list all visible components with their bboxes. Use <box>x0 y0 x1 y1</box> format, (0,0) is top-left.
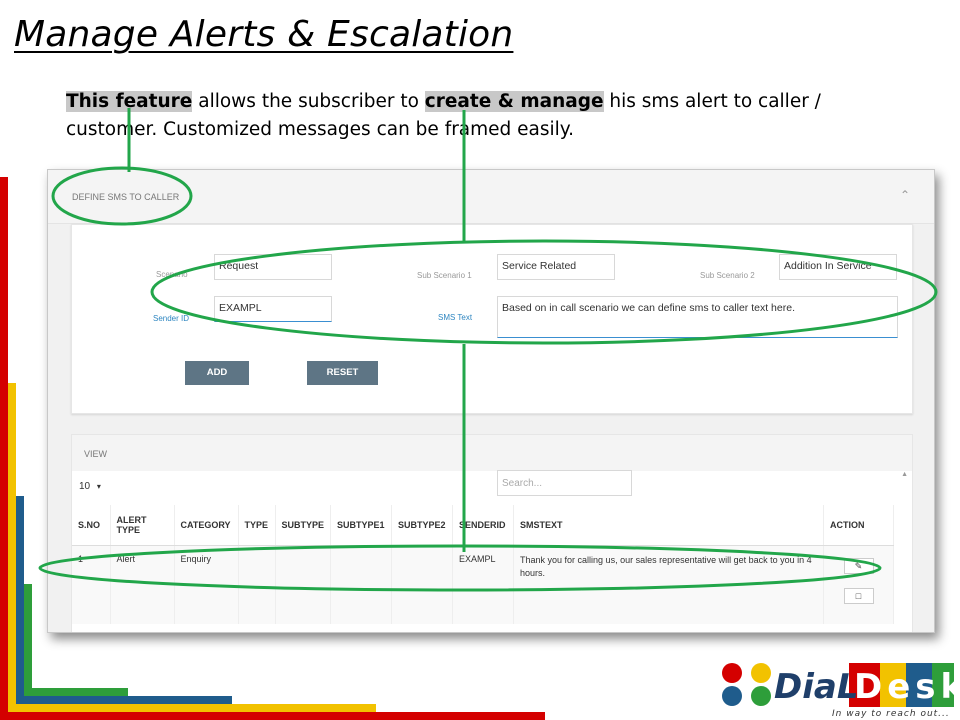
add-button[interactable]: ADD <box>185 361 249 385</box>
logo-dot-red <box>722 663 742 683</box>
col-subtype1[interactable]: SUBTYPE1 <box>330 505 393 546</box>
cell-subtype2 <box>391 545 454 624</box>
cell-sno: 1 <box>72 545 111 624</box>
slide-title: Manage Alerts & Escalation <box>14 14 514 55</box>
search-input[interactable]: Search... <box>497 470 632 496</box>
highlight-this-feature: This feature <box>66 91 193 112</box>
col-alert-type[interactable]: ALERT TYPE <box>110 505 175 546</box>
sender-id-label: Sender ID <box>153 314 190 323</box>
cell-subtype <box>275 545 332 624</box>
col-category[interactable]: CATEGORY <box>174 505 239 546</box>
reset-button[interactable]: RESET <box>307 361 378 385</box>
cell-alert-type: Alert <box>110 545 175 624</box>
logo-dot-yellow <box>751 663 771 683</box>
edit-button[interactable]: ✎ <box>843 557 874 574</box>
view-title: VIEW <box>84 449 108 459</box>
table-header-row: S.NO ALERT TYPE CATEGORY TYPE SUBTYPE SU… <box>72 505 894 546</box>
section-header[interactable]: DEFINE SMS TO CALLER ⌃ <box>48 170 934 224</box>
col-action: ACTION <box>823 505 894 546</box>
sub-scenario2-input[interactable]: Addition In Service <box>779 254 897 280</box>
cell-smstext: Thank you for calling us, our sales repr… <box>513 545 825 624</box>
highlight-create-manage: create & manage <box>424 91 604 112</box>
view-section: VIEW 10 ▾ Search... ▲ S.NO ALERT TYPE CA… <box>71 434 913 632</box>
logo-dot-blue <box>722 686 742 706</box>
col-smstext[interactable]: SMSTEXT <box>513 505 825 546</box>
chevron-up-icon[interactable]: ⌃ <box>900 188 910 202</box>
sub-scenario1-label: Sub Scenario 1 <box>417 271 472 280</box>
page-length-value: 10 <box>79 481 91 492</box>
red-bar-horizontal <box>0 712 545 720</box>
yellow-bar-vertical <box>8 383 16 720</box>
sub-scenario1-input[interactable]: Service Related <box>497 254 615 280</box>
col-subtype[interactable]: SUBTYPE <box>275 505 332 546</box>
red-bar-vertical <box>0 177 8 720</box>
yellow-bar-horizontal <box>8 704 376 712</box>
sms-text-input[interactable]: Based on in call scenario we can define … <box>497 296 898 338</box>
cell-action: ✎ □ <box>823 545 894 624</box>
green-bar-horizontal <box>24 688 128 696</box>
slide-description: This feature allows the subscriber to cr… <box>66 88 866 144</box>
cell-senderid: EXAMPL <box>452 545 515 624</box>
brand-tagline: In way to reach out... <box>832 709 950 719</box>
sender-id-input[interactable]: EXAMPL <box>214 296 332 322</box>
col-alert-type-label: ALERT TYPE <box>116 514 147 535</box>
sms-form: Scenario Request Sub Scenario 1 Service … <box>71 224 913 414</box>
sms-text-label: SMS Text <box>438 313 473 322</box>
scroll-up-icon[interactable]: ▲ <box>901 471 908 478</box>
cell-category: Enquiry <box>174 545 239 624</box>
col-subtype2[interactable]: SUBTYPE2 <box>391 505 454 546</box>
page-length-select[interactable]: 10 ▾ <box>79 481 101 492</box>
alerts-table: S.NO ALERT TYPE CATEGORY TYPE SUBTYPE SU… <box>72 505 894 624</box>
trash-icon: □ <box>855 590 862 601</box>
blue-bar-vertical <box>16 496 24 720</box>
col-type[interactable]: TYPE <box>238 505 276 546</box>
table-row: 1 Alert Enquiry EXAMPL Thank you for cal… <box>72 545 894 624</box>
chevron-down-icon: ▾ <box>96 482 101 491</box>
section-title: DEFINE SMS TO CALLER <box>72 192 180 202</box>
sub-scenario2-label: Sub Scenario 2 <box>700 271 755 280</box>
cell-subtype1 <box>330 545 393 624</box>
logo-dot-green <box>751 686 771 706</box>
col-senderid[interactable]: SENDERID <box>452 505 515 546</box>
app-screenshot: DEFINE SMS TO CALLER ⌃ Scenario Request … <box>47 169 935 633</box>
delete-button[interactable]: □ <box>843 587 874 604</box>
col-sno[interactable]: S.NO <box>72 505 111 546</box>
cell-type <box>238 545 276 624</box>
edit-icon: ✎ <box>854 560 863 571</box>
view-header: VIEW <box>72 435 912 471</box>
scenario-label: Scenario <box>156 270 188 279</box>
scenario-input[interactable]: Request <box>214 254 332 280</box>
desc-text-1: allows the subscriber to <box>192 91 425 112</box>
logo-text-desk: Desk <box>854 667 960 707</box>
logo-text-dial: DiaL <box>774 667 859 707</box>
blue-bar-horizontal <box>16 696 232 704</box>
